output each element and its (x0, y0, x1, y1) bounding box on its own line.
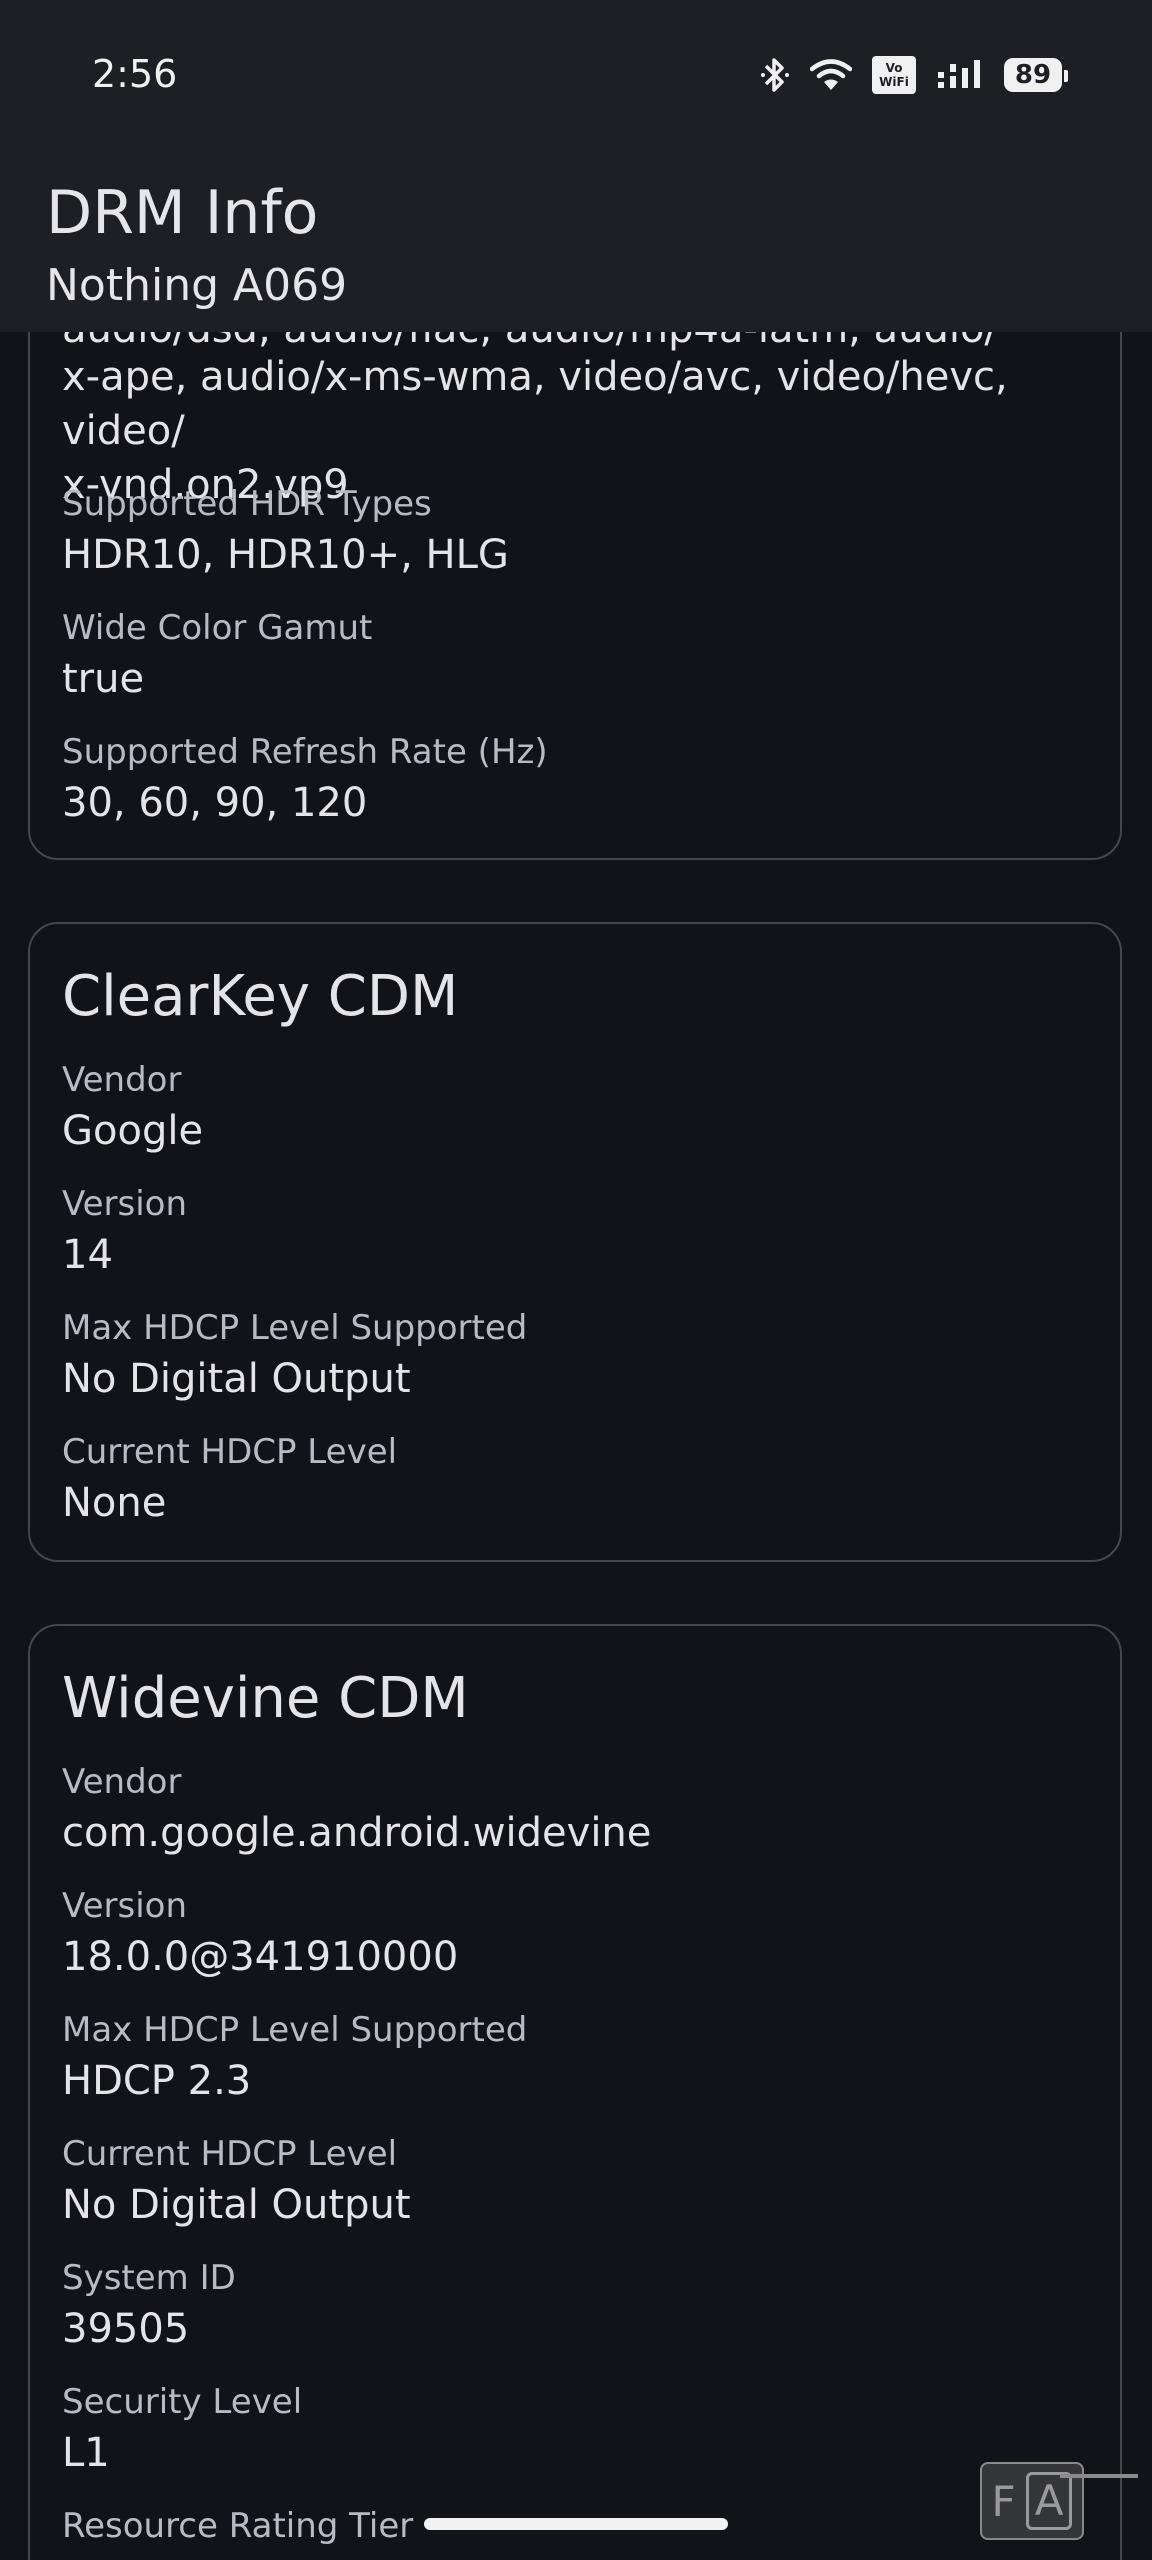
widevine-security-level-label: Security Level (62, 2382, 303, 2422)
widevine-current-hdcp-label: Current HDCP Level (62, 2134, 398, 2174)
widevine-current-hdcp-value: No Digital Output (62, 2182, 411, 2228)
scroll-content[interactable]: audio/dsd, audio/flac, audio/mp4a-latm, … (0, 0, 1152, 2560)
widevine-max-hdcp-label: Max HDCP Level Supported (62, 2010, 528, 2050)
widevine-vendor-value: com.google.android.widevine (62, 1810, 652, 1856)
widevine-security-level-value: L1 (62, 2430, 110, 2476)
app-bar: DRM Info Nothing A069 (0, 150, 1152, 332)
vowifi-label-bottom: WiFi (879, 75, 909, 89)
hdr-types-value: HDR10, HDR10+, HLG (62, 532, 509, 578)
vowifi-icon: Vo WiFi (872, 56, 916, 94)
app-title: DRM Info (46, 178, 319, 248)
clearkey-max-hdcp-value: No Digital Output (62, 1356, 411, 1402)
widevine-resource-rating-label: Resource Rating Tier (62, 2506, 414, 2546)
vowifi-label-top: Vo (885, 61, 903, 75)
status-icons: Vo WiFi 89 (760, 52, 1068, 98)
watermark-letter-f: F (991, 2476, 1016, 2526)
widevine-version-label: Version (62, 1886, 188, 1926)
widevine-system-id-label: System ID (62, 2258, 236, 2298)
clearkey-version-value: 14 (62, 1232, 113, 1278)
watermark-line (1060, 2474, 1138, 2478)
wifi-icon (810, 58, 852, 92)
clearkey-cdm-title: ClearKey CDM (62, 964, 459, 1029)
widevine-vendor-label: Vendor (62, 1762, 182, 1802)
bluetooth-icon (760, 55, 790, 95)
battery-icon: 89 (1004, 58, 1068, 92)
status-time: 2:56 (92, 52, 178, 96)
widevine-version-value: 18.0.0@341910000 (62, 1934, 459, 1980)
refresh-rate-value: 30, 60, 90, 120 (62, 780, 368, 826)
clearkey-version-label: Version (62, 1184, 188, 1224)
clearkey-vendor-label: Vendor (62, 1060, 182, 1100)
refresh-rate-label: Supported Refresh Rate (Hz) (62, 732, 548, 772)
watermark-letter-a: A (1025, 2472, 1073, 2530)
widevine-max-hdcp-value: HDCP 2.3 (62, 2058, 252, 2104)
status-bar: 2:56 Vo WiFi 89 (0, 0, 1152, 150)
clearkey-vendor-value: Google (62, 1108, 204, 1154)
widevine-cdm-card: Widevine CDM Vendor com.google.android.w… (28, 1624, 1122, 2560)
device-name: Nothing A069 (46, 260, 348, 311)
widevine-cdm-title: Widevine CDM (62, 1666, 469, 1731)
signal-icon (936, 58, 984, 92)
hdr-types-label: Supported HDR Types (62, 484, 432, 524)
clearkey-max-hdcp-label: Max HDCP Level Supported (62, 1308, 528, 1348)
clearkey-cdm-card: ClearKey CDM Vendor Google Version 14 Ma… (28, 922, 1122, 1562)
widevine-system-id-value: 39505 (62, 2306, 190, 2352)
clearkey-current-hdcp-label: Current HDCP Level (62, 1432, 398, 1472)
wide-color-gamut-value: true (62, 656, 145, 702)
clearkey-current-hdcp-value: None (62, 1480, 167, 1526)
wide-color-gamut-label: Wide Color Gamut (62, 608, 373, 648)
home-indicator[interactable] (424, 2518, 728, 2530)
